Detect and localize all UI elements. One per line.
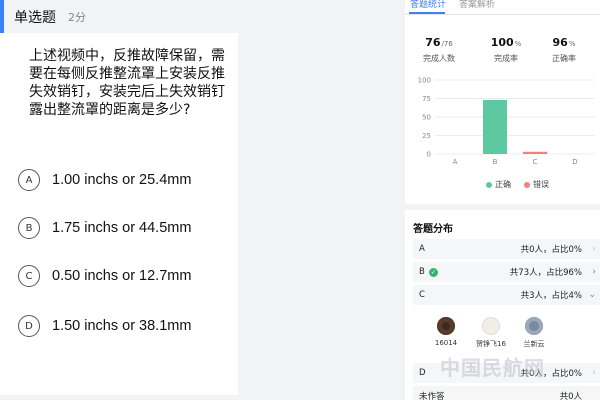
distribution-row-b[interactable]: B ✓ 共73人，占比96% › xyxy=(413,262,600,282)
option-letter: D xyxy=(18,315,40,337)
chevron-right-icon[interactable]: › xyxy=(592,244,596,254)
avatar xyxy=(437,317,455,335)
x-tick-label: D xyxy=(572,158,577,166)
stat-accuracy-unit: % xyxy=(568,40,576,48)
question-panel: 单选题 2分 上述视频中，反推故障保留，需要在每侧反推整流罩上安装反推失效销钉，… xyxy=(0,0,238,395)
option-letter: C xyxy=(18,265,40,287)
respondent-name: 兰新云 xyxy=(523,340,545,348)
y-tick-label: 50 xyxy=(422,114,431,122)
stat-completed-value: 76 xyxy=(425,36,441,49)
question-type: 单选题 xyxy=(14,9,56,26)
legend-wrong-label: 错误 xyxy=(533,180,549,189)
bar-c-wrong xyxy=(523,151,547,154)
tab-divider xyxy=(405,14,600,15)
option-text: 0.50 inchs or 12.7mm xyxy=(52,268,192,284)
respondent-name: 16014 xyxy=(434,339,458,347)
legend-correct: 正确 xyxy=(486,179,511,190)
row-info: 共73人，占比96% xyxy=(509,268,582,278)
stat-completed-unit: /76 xyxy=(441,40,453,48)
option-text: 1.00 inchs or 25.4mm xyxy=(52,172,192,188)
row-letter: B xyxy=(419,267,425,277)
option-text: 1.75 inchs or 44.5mm xyxy=(52,220,192,236)
respondents-list: 16014 贺铮飞16 兰新云 xyxy=(413,307,600,357)
row-letter: A xyxy=(419,244,425,254)
chevron-down-icon[interactable]: ⌄ xyxy=(588,290,596,300)
stat-accuracy-value: 96 xyxy=(552,36,568,49)
option-text: 1.50 inchs or 38.1mm xyxy=(52,318,192,334)
tab-bar: 答题统计 答案解析 xyxy=(405,0,600,15)
avatar xyxy=(482,317,500,335)
chevron-right-icon[interactable]: › xyxy=(592,368,596,378)
option-letter: B xyxy=(18,217,40,239)
distribution-row-c[interactable]: C 共3人，占比4% ⌄ xyxy=(413,285,600,305)
row-info: 共3人，占比4% xyxy=(520,291,582,301)
answer-bar-chart: 0 25 50 75 100 A B C D xyxy=(418,77,595,166)
stats-panel: 答题统计 答案解析 76/76 完成人数 100% 完成率 96% 正确率 0 2… xyxy=(405,0,600,400)
question-text: 上述视频中，反推故障保留，需要在每侧反推整流罩上安装反推失效销钉，安装完后上失效… xyxy=(29,48,225,118)
legend-correct-label: 正确 xyxy=(495,180,511,189)
stat-completion-rate-value: 100 xyxy=(490,36,514,49)
respondent[interactable]: 贺铮飞16 xyxy=(471,317,511,349)
row-letter: 未作答 xyxy=(419,392,445,400)
watermark-text: 中国民航网 xyxy=(440,356,545,380)
distribution-row-unanswered[interactable]: 未作答 共0人 xyxy=(413,386,600,400)
row-info: 共0人 xyxy=(559,392,582,400)
option-b[interactable]: B 1.75 inchs or 44.5mm xyxy=(18,216,191,240)
check-icon: ✓ xyxy=(428,267,438,277)
tab-analysis[interactable]: 答案解析 xyxy=(459,0,495,10)
respondent[interactable]: 16014 xyxy=(426,317,466,347)
stat-completion-rate-label: 完成率 xyxy=(494,54,518,63)
section-divider xyxy=(405,204,600,210)
stat-completion-rate-unit: % xyxy=(514,40,522,48)
question-header: 单选题 2分 xyxy=(0,0,238,33)
distribution-title: 答题分布 xyxy=(413,224,453,235)
legend-correct-swatch xyxy=(486,181,492,188)
option-d[interactable]: D 1.50 inchs or 38.1mm xyxy=(18,314,191,338)
question-score: 2分 xyxy=(68,10,86,24)
respondent-name: 贺铮飞16 xyxy=(476,340,506,348)
respondent[interactable]: 兰新云 xyxy=(514,317,554,349)
row-info: 共0人，占比0% xyxy=(520,245,582,255)
avatar xyxy=(525,317,543,335)
stat-completed: 76/76 完成人数 xyxy=(409,36,469,64)
bar-b-correct xyxy=(483,99,507,154)
stat-accuracy: 96% 正确率 xyxy=(534,36,594,64)
y-tick-label: 100 xyxy=(418,77,431,85)
option-letter: A xyxy=(18,169,40,191)
row-letter: C xyxy=(419,290,425,300)
legend-wrong: 错误 xyxy=(524,179,549,190)
stat-completed-label: 完成人数 xyxy=(423,54,455,63)
y-tick-label: 0 xyxy=(427,151,431,159)
legend-wrong-swatch xyxy=(524,181,530,188)
option-c[interactable]: C 0.50 inchs or 12.7mm xyxy=(18,264,191,288)
x-tick-label: B xyxy=(493,158,498,166)
y-tick-label: 75 xyxy=(422,95,431,103)
tab-stats[interactable]: 答题统计 xyxy=(410,0,446,10)
x-tick-label: C xyxy=(533,158,538,166)
stat-accuracy-label: 正确率 xyxy=(552,54,576,63)
chevron-right-icon[interactable]: › xyxy=(592,267,596,277)
distribution-row-a[interactable]: A 共0人，占比0% › xyxy=(413,239,600,259)
x-tick-label: A xyxy=(453,158,458,166)
row-letter: D xyxy=(419,368,426,378)
stat-completion-rate: 100% 完成率 xyxy=(476,36,536,64)
y-tick-label: 25 xyxy=(422,132,431,140)
option-a[interactable]: A 1.00 inchs or 25.4mm xyxy=(18,168,191,192)
